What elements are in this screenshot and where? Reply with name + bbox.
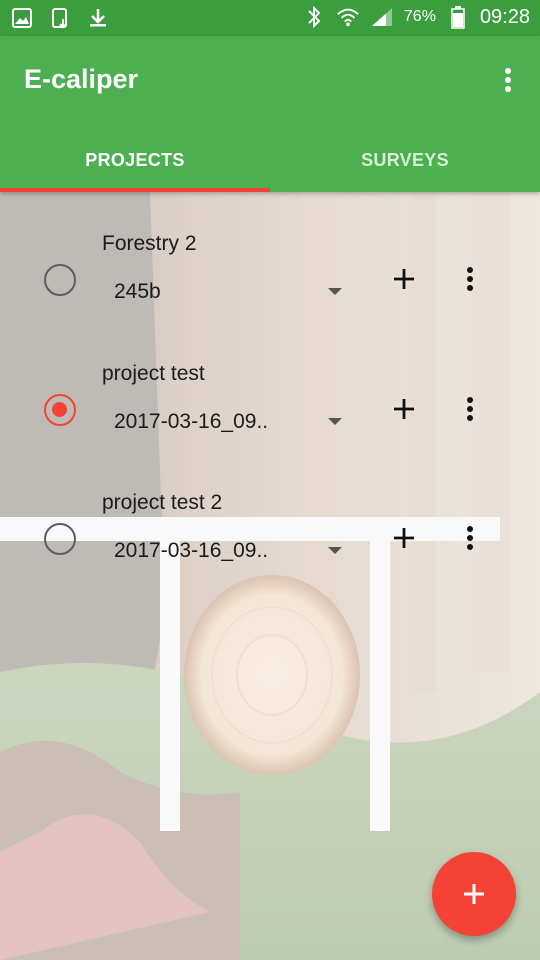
- add-project-fab[interactable]: [432, 852, 516, 936]
- survey-dropdown[interactable]: 245b: [102, 272, 348, 312]
- project-row: project test 2 2017-03-16_09..: [0, 491, 540, 611]
- project-radio[interactable]: [44, 523, 76, 555]
- app-bar: E-caliper PROJECTS SURVEYS: [0, 36, 540, 192]
- dropdown-arrow-icon: [328, 418, 342, 425]
- more-vert-icon: [467, 526, 473, 550]
- bluetooth-icon: [302, 5, 326, 29]
- battery-percent: 76%: [403, 8, 436, 25]
- signal-icon: [370, 5, 394, 29]
- project-radio[interactable]: [44, 264, 76, 296]
- projects-list: Forestry 2 245b project test 2017-03-16_…: [0, 192, 540, 960]
- image-icon: [10, 6, 34, 30]
- more-vert-icon: [505, 68, 511, 92]
- status-bar: 76% 09:28: [0, 0, 540, 36]
- survey-dropdown-value: 2017-03-16_09..: [114, 539, 269, 562]
- plus-icon: [394, 269, 414, 289]
- project-menu-button[interactable]: [452, 259, 488, 299]
- project-menu-button[interactable]: [452, 518, 488, 558]
- survey-dropdown-value: 245b: [114, 280, 161, 303]
- tab-bar: PROJECTS SURVEYS: [0, 128, 540, 192]
- wifi-icon: [336, 5, 360, 29]
- download-icon: [86, 6, 110, 30]
- project-row: project test 2017-03-16_09..: [0, 362, 540, 482]
- project-name: Forestry 2: [102, 232, 197, 255]
- project-row: Forestry 2 245b: [0, 232, 540, 352]
- plus-icon: [394, 528, 414, 548]
- survey-dropdown-value: 2017-03-16_09..: [114, 410, 269, 433]
- project-radio[interactable]: [44, 394, 76, 426]
- plus-icon: [394, 399, 414, 419]
- add-survey-button[interactable]: [384, 389, 424, 429]
- more-vert-icon: [467, 397, 473, 421]
- survey-dropdown[interactable]: 2017-03-16_09..: [102, 531, 348, 571]
- dropdown-arrow-icon: [328, 288, 342, 295]
- overflow-menu-button[interactable]: [490, 58, 526, 102]
- more-vert-icon: [467, 267, 473, 291]
- add-survey-button[interactable]: [384, 259, 424, 299]
- project-name: project test 2: [102, 491, 223, 514]
- project-name: project test: [102, 362, 205, 385]
- survey-dropdown[interactable]: 2017-03-16_09..: [102, 402, 348, 442]
- dropdown-arrow-icon: [328, 547, 342, 554]
- tab-projects[interactable]: PROJECTS: [0, 128, 270, 192]
- tab-indicator: [0, 188, 270, 192]
- tablet-download-icon: [48, 6, 72, 30]
- add-survey-button[interactable]: [384, 518, 424, 558]
- app-title: E-caliper: [24, 64, 139, 94]
- clock: 09:28: [479, 5, 530, 28]
- tab-surveys[interactable]: SURVEYS: [270, 128, 540, 192]
- battery-icon: [446, 5, 470, 29]
- project-menu-button[interactable]: [452, 389, 488, 429]
- plus-icon: [464, 884, 484, 904]
